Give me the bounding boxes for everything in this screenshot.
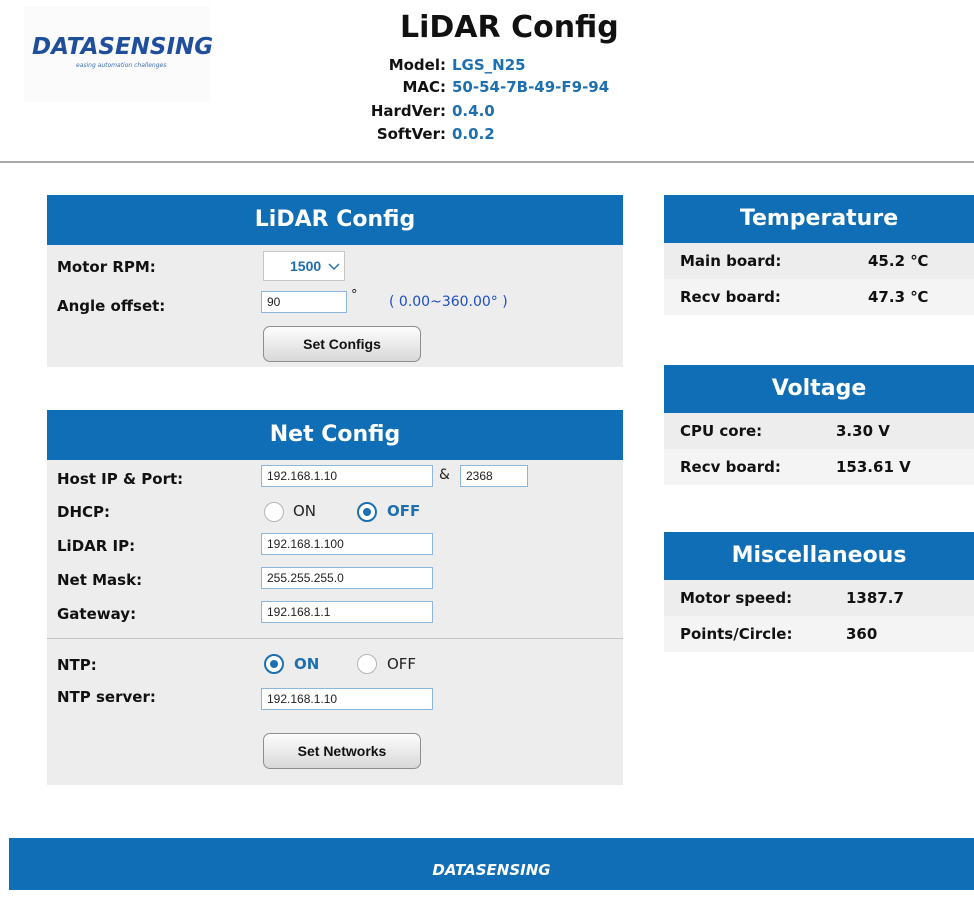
hardver-label: HardVer:	[370, 102, 446, 120]
softver-row: SoftVer: 0.0.2	[356, 125, 495, 143]
ntp-server-input[interactable]: 192.168.1.10	[261, 688, 433, 710]
temp-main-value: 45.2 ℃	[868, 252, 929, 270]
dhcp-on-label: ON	[293, 502, 317, 520]
misc-panel: Miscellaneous Motor speed: 1387.7 Points…	[664, 532, 974, 652]
ntp-server-label: NTP server:	[57, 688, 156, 706]
set-configs-button[interactable]: Set Configs	[263, 326, 421, 362]
ntp-off-radio[interactable]	[357, 654, 377, 674]
dhcp-label: DHCP:	[57, 503, 111, 521]
motor-speed-value: 1387.7	[846, 589, 904, 607]
motor-rpm-value: 1500	[290, 258, 322, 274]
ntp-off-label: OFF	[387, 655, 417, 673]
angle-range-hint: ( 0.00~360.00° )	[389, 294, 508, 310]
net-mask-label: Net Mask:	[57, 571, 143, 589]
page-title: LiDAR Config	[400, 10, 619, 45]
misc-points-row: Points/Circle: 360	[664, 616, 974, 652]
company-logo: DATASENSING	[32, 34, 214, 60]
temp-main-label: Main board:	[680, 252, 782, 270]
volt-cpu-value: 3.30 V	[836, 422, 890, 440]
temp-recv-row: Recv board: 47.3 ℃	[664, 279, 974, 315]
host-ip-input[interactable]: 192.168.1.10	[261, 465, 433, 487]
dhcp-on-radio[interactable]	[264, 502, 284, 522]
temperature-panel: Temperature Main board: 45.2 ℃ Recv boar…	[664, 195, 974, 315]
angle-offset-label: Angle offset:	[57, 297, 166, 315]
ntp-on-label: ON	[294, 655, 320, 673]
misc-header: Miscellaneous	[664, 532, 974, 580]
volt-cpu-row: CPU core: 3.30 V	[664, 413, 974, 449]
degree-symbol: °	[351, 288, 358, 303]
lidar-config-header: LiDAR Config	[47, 195, 623, 245]
net-mask-input[interactable]: 255.255.255.0	[261, 567, 433, 589]
logo-tagline: easing automation challenges	[76, 62, 167, 69]
softver-label: SoftVer:	[376, 125, 446, 143]
points-circle-value: 360	[846, 625, 878, 643]
mac-label: MAC:	[402, 78, 446, 96]
chevron-down-icon	[328, 263, 340, 270]
mac-row: MAC: 50-54-7B-49-F9-94	[356, 78, 609, 96]
voltage-panel: Voltage CPU core: 3.30 V Recv board: 153…	[664, 365, 974, 485]
motor-rpm-label: Motor RPM:	[57, 258, 156, 276]
hardver-value: 0.4.0	[452, 102, 495, 120]
hardver-row: HardVer: 0.4.0	[356, 102, 495, 120]
header-divider	[0, 161, 974, 163]
temp-main-row: Main board: 45.2 ℃	[664, 243, 974, 279]
footer-bar: DATASENSING	[9, 838, 974, 890]
host-separator: &	[439, 467, 450, 483]
model-row: Model: LGS_N25	[356, 56, 526, 74]
volt-recv-label: Recv board:	[680, 458, 781, 476]
dhcp-off-label: OFF	[387, 502, 421, 520]
volt-recv-value: 153.61 V	[836, 458, 911, 476]
net-config-header: Net Config	[47, 410, 623, 460]
temperature-header: Temperature	[664, 195, 974, 243]
lidar-ip-input[interactable]: 192.168.1.100	[261, 533, 433, 555]
ntp-label: NTP:	[57, 656, 97, 674]
volt-cpu-label: CPU core:	[680, 422, 763, 440]
gateway-label: Gateway:	[57, 605, 137, 623]
points-circle-label: Points/Circle:	[680, 625, 793, 643]
misc-motor-row: Motor speed: 1387.7	[664, 580, 974, 616]
gateway-input[interactable]: 192.168.1.1	[261, 601, 433, 623]
net-config-panel: Net Config Host IP & Port: 192.168.1.10 …	[47, 410, 623, 785]
lidar-config-panel: LiDAR Config Motor RPM: 1500 Angle offse…	[47, 195, 623, 367]
temp-recv-label: Recv board:	[680, 288, 781, 306]
motor-speed-label: Motor speed:	[680, 589, 793, 607]
softver-value: 0.0.2	[452, 125, 495, 143]
section-divider	[47, 638, 623, 639]
voltage-header: Voltage	[664, 365, 974, 413]
footer-text: DATASENSING	[432, 861, 551, 879]
volt-recv-row: Recv board: 153.61 V	[664, 449, 974, 485]
set-networks-button[interactable]: Set Networks	[263, 733, 421, 769]
dhcp-off-radio[interactable]	[357, 502, 377, 522]
host-port-input[interactable]: 2368	[460, 465, 528, 487]
model-label: Model:	[388, 56, 446, 74]
mac-value: 50-54-7B-49-F9-94	[452, 78, 610, 96]
ntp-on-radio[interactable]	[264, 654, 284, 674]
temp-recv-value: 47.3 ℃	[868, 288, 929, 306]
model-value: LGS_N25	[452, 56, 526, 74]
motor-rpm-select[interactable]: 1500	[263, 251, 345, 281]
host-ip-port-label: Host IP & Port:	[57, 470, 184, 488]
lidar-ip-label: LiDAR IP:	[57, 537, 136, 555]
angle-offset-input[interactable]: 90	[261, 291, 347, 313]
